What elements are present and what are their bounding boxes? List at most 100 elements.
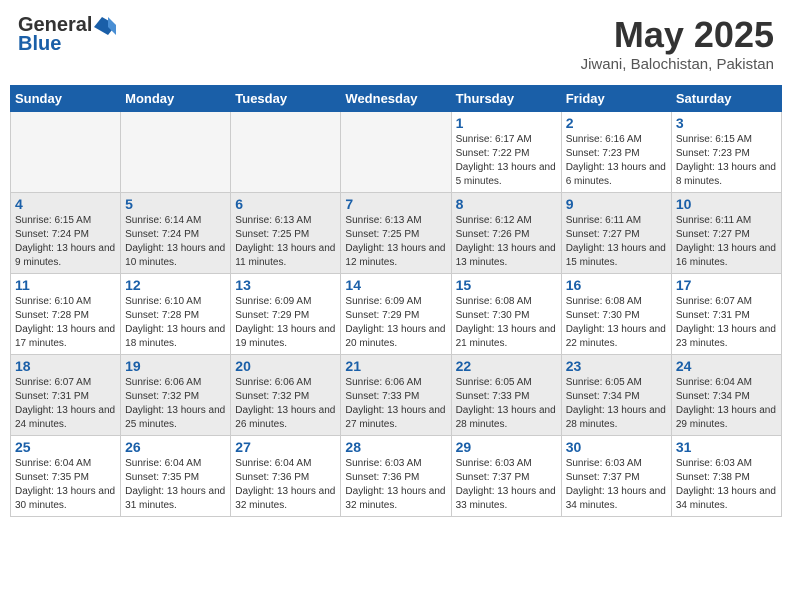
calendar-week-row: 11Sunrise: 6:10 AMSunset: 7:28 PMDayligh… — [11, 274, 782, 355]
calendar-day: 30 Sunrise: 6:03 AMSunset: 7:37 PMDayligh… — [561, 436, 671, 517]
day-number: 13 — [235, 277, 336, 293]
day-info: Sunrise: 6:17 AMSunset: 7:22 PMDaylight:… — [456, 133, 557, 189]
calendar-day: 9Sunrise: 6:11 AMSunset: 7:27 PMDaylight… — [561, 193, 671, 274]
header-saturday: Saturday — [671, 86, 781, 112]
logo: General Blue — [18, 14, 116, 56]
day-number: 1 — [456, 115, 557, 131]
day-info: Sunrise: 6:05 AMSunset: 7:33 PMDaylight:… — [456, 376, 557, 432]
calendar-day: 20 Sunrise: 6:06 AMSunset: 7:32 PMDayligh… — [231, 355, 341, 436]
calendar-day: 27 Sunrise: 6:04 AMSunset: 7:36 PMDayligh… — [231, 436, 341, 517]
day-number: 30 — [566, 439, 667, 455]
calendar-week-row: 18 Sunrise: 6:07 AMSunset: 7:31 PMDayligh… — [11, 355, 782, 436]
calendar-day: 15 Sunrise: 6:08 AMSunset: 7:30 PMDayligh… — [451, 274, 561, 355]
day-info: Sunrise: 6:08 AMSunset: 7:30 PMDaylight:… — [566, 295, 667, 351]
calendar-week-row: 1 Sunrise: 6:17 AMSunset: 7:22 PMDaylight… — [11, 112, 782, 193]
day-number: 21 — [345, 358, 446, 374]
day-number: 16 — [566, 277, 667, 293]
day-info: Sunrise: 6:06 AMSunset: 7:32 PMDaylight:… — [125, 376, 226, 432]
day-info: Sunrise: 6:03 AMSunset: 7:37 PMDaylight:… — [456, 457, 557, 513]
day-info: Sunrise: 6:03 AMSunset: 7:37 PMDaylight:… — [566, 457, 667, 513]
day-info: Sunrise: 6:13 AMSunset: 7:25 PMDaylight:… — [235, 214, 336, 270]
day-info: Sunrise: 6:06 AMSunset: 7:32 PMDaylight:… — [235, 376, 336, 432]
calendar-day: 10 Sunrise: 6:11 AMSunset: 7:27 PMDayligh… — [671, 193, 781, 274]
calendar-day: 16 Sunrise: 6:08 AMSunset: 7:30 PMDayligh… — [561, 274, 671, 355]
day-info: Sunrise: 6:04 AMSunset: 7:34 PMDaylight:… — [676, 376, 777, 432]
day-info: Sunrise: 6:11 AMSunset: 7:27 PMDaylight:… — [676, 214, 777, 270]
day-info: Sunrise: 6:04 AMSunset: 7:35 PMDaylight:… — [15, 457, 116, 513]
day-info: Sunrise: 6:11 AMSunset: 7:27 PMDaylight:… — [566, 214, 667, 270]
logo-icon — [94, 17, 116, 35]
calendar-day: 25 Sunrise: 6:04 AMSunset: 7:35 PMDayligh… — [11, 436, 121, 517]
day-number: 29 — [456, 439, 557, 455]
day-number: 8 — [456, 196, 557, 212]
calendar-day: 22 Sunrise: 6:05 AMSunset: 7:33 PMDayligh… — [451, 355, 561, 436]
day-info: Sunrise: 6:08 AMSunset: 7:30 PMDaylight:… — [456, 295, 557, 351]
calendar-day: 21 Sunrise: 6:06 AMSunset: 7:33 PMDayligh… — [341, 355, 451, 436]
header-wednesday: Wednesday — [341, 86, 451, 112]
day-info: Sunrise: 6:03 AMSunset: 7:36 PMDaylight:… — [345, 457, 446, 513]
day-info: Sunrise: 6:13 AMSunset: 7:25 PMDaylight:… — [345, 214, 446, 270]
day-info: Sunrise: 6:09 AMSunset: 7:29 PMDaylight:… — [235, 295, 336, 351]
day-info: Sunrise: 6:03 AMSunset: 7:38 PMDaylight:… — [676, 457, 777, 513]
day-info: Sunrise: 6:06 AMSunset: 7:33 PMDaylight:… — [345, 376, 446, 432]
calendar-week-row: 4 Sunrise: 6:15 AMSunset: 7:24 PMDaylight… — [11, 193, 782, 274]
day-number: 25 — [15, 439, 116, 455]
page-header: General Blue May 2025 Jiwani, Balochista… — [10, 10, 782, 77]
day-number: 24 — [676, 358, 777, 374]
day-number: 10 — [676, 196, 777, 212]
calendar-day: 17Sunrise: 6:07 AMSunset: 7:31 PMDayligh… — [671, 274, 781, 355]
calendar-day: 18 Sunrise: 6:07 AMSunset: 7:31 PMDayligh… — [11, 355, 121, 436]
day-number: 18 — [15, 358, 116, 374]
header-tuesday: Tuesday — [231, 86, 341, 112]
calendar-day: 14Sunrise: 6:09 AMSunset: 7:29 PMDayligh… — [341, 274, 451, 355]
calendar-day: 26Sunrise: 6:04 AMSunset: 7:35 PMDayligh… — [121, 436, 231, 517]
day-number: 12 — [125, 277, 226, 293]
day-info: Sunrise: 6:04 AMSunset: 7:36 PMDaylight:… — [235, 457, 336, 513]
calendar-day: 8Sunrise: 6:12 AMSunset: 7:26 PMDaylight… — [451, 193, 561, 274]
header-monday: Monday — [121, 86, 231, 112]
day-info: Sunrise: 6:10 AMSunset: 7:28 PMDaylight:… — [125, 295, 226, 351]
calendar-day: 28 Sunrise: 6:03 AMSunset: 7:36 PMDayligh… — [341, 436, 451, 517]
day-info: Sunrise: 6:14 AMSunset: 7:24 PMDaylight:… — [125, 214, 226, 270]
calendar-table: Sunday Monday Tuesday Wednesday Thursday… — [10, 85, 782, 517]
day-number: 2 — [566, 115, 667, 131]
calendar-day: 29 Sunrise: 6:03 AMSunset: 7:37 PMDayligh… — [451, 436, 561, 517]
calendar-day: 6 Sunrise: 6:13 AMSunset: 7:25 PMDaylight… — [231, 193, 341, 274]
calendar-day — [11, 112, 121, 193]
calendar-day: 12 Sunrise: 6:10 AMSunset: 7:28 PMDayligh… — [121, 274, 231, 355]
day-number: 5 — [125, 196, 226, 212]
day-info: Sunrise: 6:07 AMSunset: 7:31 PMDaylight:… — [676, 295, 777, 351]
day-info: Sunrise: 6:15 AMSunset: 7:23 PMDaylight:… — [676, 133, 777, 189]
day-number: 6 — [235, 196, 336, 212]
day-info: Sunrise: 6:10 AMSunset: 7:28 PMDaylight:… — [15, 295, 116, 351]
header-thursday: Thursday — [451, 86, 561, 112]
calendar-day: 1 Sunrise: 6:17 AMSunset: 7:22 PMDaylight… — [451, 112, 561, 193]
day-number: 28 — [345, 439, 446, 455]
calendar-day: 5 Sunrise: 6:14 AMSunset: 7:24 PMDaylight… — [121, 193, 231, 274]
day-info: Sunrise: 6:09 AMSunset: 7:29 PMDaylight:… — [345, 295, 446, 351]
calendar-day: 24 Sunrise: 6:04 AMSunset: 7:34 PMDayligh… — [671, 355, 781, 436]
month-year: May 2025 — [581, 14, 774, 56]
calendar-day — [121, 112, 231, 193]
day-info: Sunrise: 6:04 AMSunset: 7:35 PMDaylight:… — [125, 457, 226, 513]
calendar-day: 11Sunrise: 6:10 AMSunset: 7:28 PMDayligh… — [11, 274, 121, 355]
day-info: Sunrise: 6:16 AMSunset: 7:23 PMDaylight:… — [566, 133, 667, 189]
calendar-day — [231, 112, 341, 193]
day-number: 31 — [676, 439, 777, 455]
day-number: 23 — [566, 358, 667, 374]
calendar-day: 19Sunrise: 6:06 AMSunset: 7:32 PMDayligh… — [121, 355, 231, 436]
location: Jiwani, Balochistan, Pakistan — [581, 56, 774, 73]
calendar-day: 2 Sunrise: 6:16 AMSunset: 7:23 PMDaylight… — [561, 112, 671, 193]
day-info: Sunrise: 6:15 AMSunset: 7:24 PMDaylight:… — [15, 214, 116, 270]
day-number: 27 — [235, 439, 336, 455]
day-number: 20 — [235, 358, 336, 374]
calendar-day: 3 Sunrise: 6:15 AMSunset: 7:23 PMDaylight… — [671, 112, 781, 193]
day-info: Sunrise: 6:07 AMSunset: 7:31 PMDaylight:… — [15, 376, 116, 432]
weekday-header-row: Sunday Monday Tuesday Wednesday Thursday… — [11, 86, 782, 112]
day-number: 15 — [456, 277, 557, 293]
calendar-week-row: 25 Sunrise: 6:04 AMSunset: 7:35 PMDayligh… — [11, 436, 782, 517]
day-number: 3 — [676, 115, 777, 131]
day-number: 4 — [15, 196, 116, 212]
day-number: 22 — [456, 358, 557, 374]
logo-blue: Blue — [18, 33, 61, 56]
